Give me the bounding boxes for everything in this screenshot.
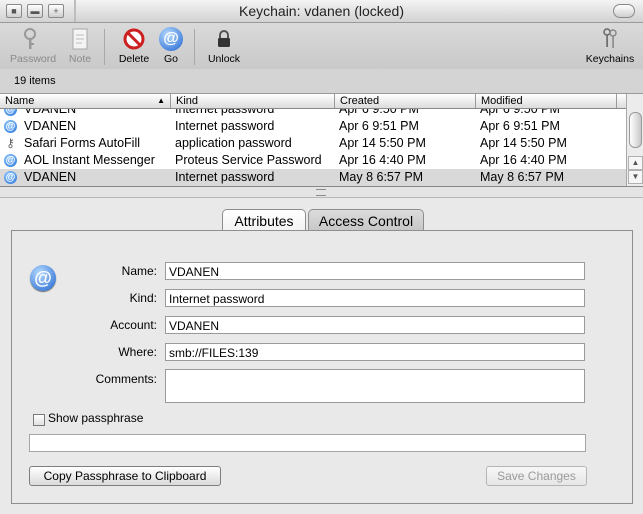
lock-icon bbox=[218, 30, 230, 47]
scroll-up-arrow-icon[interactable]: ▲ bbox=[628, 156, 643, 170]
tab-access-control[interactable]: Access Control bbox=[308, 209, 424, 232]
keychains-button[interactable]: Keychains bbox=[584, 27, 636, 65]
column-header-name[interactable]: Name ▲ bbox=[0, 94, 171, 108]
delete-button[interactable]: Delete bbox=[114, 27, 154, 65]
scroll-down-arrow-icon[interactable]: ▼ bbox=[628, 170, 643, 184]
unlock-button[interactable]: Unlock bbox=[204, 27, 244, 65]
show-passphrase-label[interactable]: Show passphrase bbox=[48, 411, 143, 425]
column-header-modified[interactable]: Modified bbox=[476, 94, 617, 108]
attributes-panel: @ Name: VDANEN Kind: Internet password A… bbox=[11, 230, 633, 504]
window-title: Keychain: vdanen (locked) bbox=[239, 3, 404, 19]
table-header: Name ▲ Kind Created Modified bbox=[0, 94, 627, 109]
at-sign-icon: @ bbox=[4, 171, 17, 184]
name-label: Name: bbox=[121, 264, 157, 278]
toolbar: Password Note Delete @ Go Unlock Keychai… bbox=[0, 23, 643, 69]
key-icon bbox=[24, 28, 36, 49]
show-passphrase-checkbox[interactable] bbox=[33, 414, 45, 426]
name-field[interactable]: VDANEN bbox=[165, 262, 585, 280]
kind-label: Kind: bbox=[129, 291, 157, 305]
table-row[interactable]: @ AOL Instant Messenger Proteus Service … bbox=[0, 152, 627, 169]
items-table: Name ▲ Kind Created Modified @ VDANEN In… bbox=[0, 94, 643, 187]
table-row[interactable]: @ VDANEN Internet password Apr 6 9:51 PM… bbox=[0, 118, 627, 135]
comments-label: Comments: bbox=[95, 372, 157, 386]
copy-passphrase-button[interactable]: Copy Passphrase to Clipboard bbox=[29, 466, 221, 486]
title-bar: ■ ▬ + Keychain: vdanen (locked) bbox=[0, 0, 643, 23]
split-view-divider[interactable] bbox=[0, 187, 643, 198]
table-row[interactable]: @ VDANEN Internet password Apr 6 9:50 PM… bbox=[0, 109, 627, 118]
keychains-icon bbox=[603, 28, 617, 48]
column-header-kind[interactable]: Kind bbox=[171, 94, 335, 108]
account-label: Account: bbox=[110, 318, 157, 332]
passphrase-field[interactable] bbox=[29, 434, 586, 452]
toolbar-separator bbox=[104, 29, 105, 65]
kind-field[interactable]: Internet password bbox=[165, 289, 585, 307]
table-row[interactable]: ⚷ Safari Forms AutoFill application pass… bbox=[0, 135, 627, 152]
item-count-bar: 19 items bbox=[0, 69, 643, 94]
at-sign-icon: @ bbox=[159, 27, 183, 51]
tab-attributes[interactable]: Attributes bbox=[222, 209, 306, 232]
note-button[interactable]: Note bbox=[64, 27, 96, 65]
account-field[interactable]: VDANEN bbox=[165, 316, 585, 334]
save-changes-button[interactable]: Save Changes bbox=[486, 466, 587, 486]
item-count: 19 items bbox=[14, 75, 56, 87]
at-sign-icon: @ bbox=[4, 120, 17, 133]
sort-ascending-icon: ▲ bbox=[157, 96, 165, 105]
where-label: Where: bbox=[118, 345, 157, 359]
table-scrollbar[interactable]: ▲ ▼ bbox=[626, 94, 643, 186]
password-button[interactable]: Password bbox=[10, 27, 56, 65]
at-sign-icon: @ bbox=[4, 154, 17, 167]
go-button[interactable]: @ Go bbox=[158, 27, 184, 65]
table-body: @ VDANEN Internet password Apr 6 9:50 PM… bbox=[0, 109, 627, 186]
where-field[interactable]: smb://FILES:139 bbox=[165, 343, 585, 361]
delete-icon bbox=[123, 28, 145, 50]
table-row-selected[interactable]: @ VDANEN Internet password May 8 6:57 PM… bbox=[0, 169, 627, 186]
key-icon: ⚷ bbox=[6, 136, 15, 150]
at-sign-icon: @ bbox=[4, 109, 17, 116]
toolbar-toggle-button[interactable] bbox=[613, 4, 635, 18]
column-header-created[interactable]: Created bbox=[335, 94, 476, 108]
toolbar-separator bbox=[194, 29, 195, 65]
splitter-grip-icon bbox=[316, 189, 326, 196]
scrollbar-thumb[interactable] bbox=[629, 112, 642, 148]
note-icon bbox=[72, 28, 88, 50]
comments-field[interactable] bbox=[165, 369, 585, 403]
